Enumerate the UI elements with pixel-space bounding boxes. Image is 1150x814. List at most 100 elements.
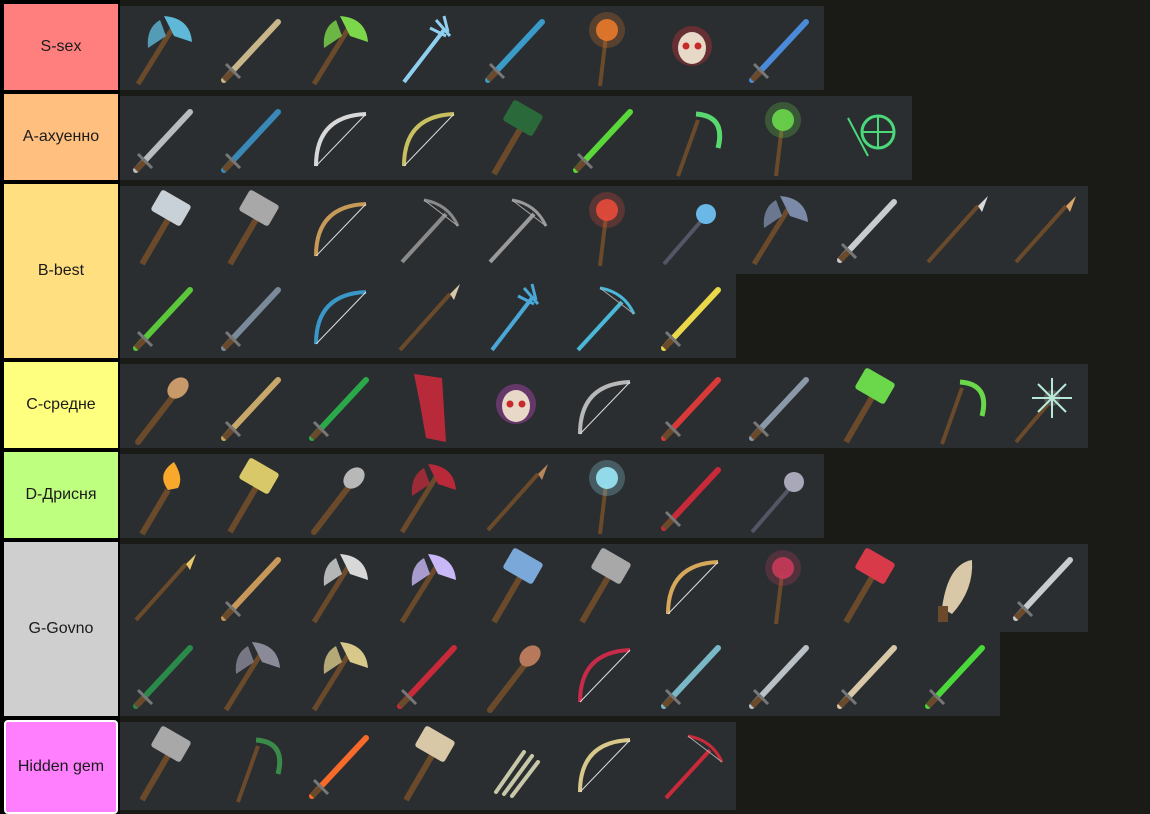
red-sword-icon[interactable] xyxy=(648,454,736,542)
ice-trident-icon[interactable] xyxy=(472,274,560,362)
double-axe-icon[interactable] xyxy=(120,6,208,94)
dark-sword-icon[interactable] xyxy=(736,364,824,452)
tier-items-d[interactable] xyxy=(120,448,1150,542)
fire-staff-icon[interactable] xyxy=(560,6,648,94)
ice-bow-icon[interactable] xyxy=(296,274,384,362)
spear-icon[interactable] xyxy=(384,274,472,362)
spiked-mace-icon[interactable] xyxy=(736,454,824,542)
halberd-icon[interactable] xyxy=(1000,186,1088,274)
crossbow-icon-graphic xyxy=(402,112,455,167)
pickaxe-icon[interactable] xyxy=(208,632,296,720)
blood-axe-icon[interactable] xyxy=(384,454,472,542)
stone-hammer-icon[interactable] xyxy=(120,722,208,810)
green-sword-icon[interactable] xyxy=(912,632,1000,720)
tier-items-s[interactable] xyxy=(120,0,1150,94)
stone-club-icon[interactable] xyxy=(296,454,384,542)
red-hammer-icon[interactable] xyxy=(824,544,912,632)
rake-icon[interactable] xyxy=(208,454,296,542)
double-axe-icon[interactable] xyxy=(296,6,384,94)
bow-icon-graphic xyxy=(314,202,367,257)
ice-sword-icon[interactable] xyxy=(736,6,824,94)
crossbow-icon[interactable] xyxy=(384,186,472,274)
tier-label-g[interactable]: G-Govno xyxy=(4,542,118,716)
trident-icon[interactable] xyxy=(384,6,472,94)
dagger-icon[interactable] xyxy=(208,364,296,452)
blade-sword-icon[interactable] xyxy=(472,6,560,94)
club-icon-graphic xyxy=(135,377,189,445)
spiked-mace-icon[interactable] xyxy=(648,186,736,274)
star-mace-icon[interactable] xyxy=(1000,364,1088,452)
vine-scythe-icon[interactable] xyxy=(912,364,1000,452)
bone-hammer-icon[interactable] xyxy=(384,722,472,810)
war-hammer-icon[interactable] xyxy=(120,186,208,274)
green-sword-icon[interactable] xyxy=(120,274,208,362)
bow-icon[interactable] xyxy=(560,364,648,452)
war-hammer-icon[interactable] xyxy=(472,544,560,632)
dark-scythe-icon[interactable] xyxy=(648,96,736,184)
green-hammer-icon[interactable] xyxy=(824,364,912,452)
green-blade-icon[interactable] xyxy=(296,364,384,452)
mace-icon[interactable] xyxy=(208,186,296,274)
axe-icon[interactable] xyxy=(296,632,384,720)
dark-sword-icon[interactable] xyxy=(208,274,296,362)
flame-sword-icon[interactable] xyxy=(296,722,384,810)
skull-staff-icon[interactable] xyxy=(648,6,736,94)
scythe-icon[interactable] xyxy=(120,544,208,632)
ice-crossbow-icon[interactable] xyxy=(560,274,648,362)
double-axe-icon[interactable] xyxy=(736,186,824,274)
tier-items-a[interactable] xyxy=(120,90,1150,184)
tier-items-b[interactable] xyxy=(120,180,1150,362)
skull-icon[interactable] xyxy=(472,364,560,452)
long-sword-icon[interactable] xyxy=(120,96,208,184)
crystal-axe-icon[interactable] xyxy=(384,544,472,632)
green-sword-icon[interactable] xyxy=(560,96,648,184)
tier-label-a[interactable]: A-ахуенно xyxy=(4,94,118,180)
torch-icon[interactable] xyxy=(120,454,208,542)
tier-label-d[interactable]: D-Дрисня xyxy=(4,452,118,538)
knife-icon[interactable] xyxy=(912,544,1000,632)
long-sword-icon[interactable] xyxy=(736,632,824,720)
tentacle-staff-icon[interactable] xyxy=(736,544,824,632)
short-sword-icon[interactable] xyxy=(1000,544,1088,632)
gold-sword-icon[interactable] xyxy=(824,632,912,720)
axe-icon[interactable] xyxy=(296,544,384,632)
wooden-spear-icon[interactable] xyxy=(472,454,560,542)
red-blade-icon[interactable] xyxy=(384,632,472,720)
golden-blade-icon[interactable] xyxy=(648,274,736,362)
red-crossbow-icon[interactable] xyxy=(648,722,736,810)
hammer-icon[interactable] xyxy=(472,96,560,184)
bow-icon[interactable] xyxy=(296,96,384,184)
bow-icon[interactable] xyxy=(296,186,384,274)
club-icon[interactable] xyxy=(472,632,560,720)
claw-icon[interactable] xyxy=(472,722,560,810)
red-sword-icon[interactable] xyxy=(648,364,736,452)
bow-icon-graphic xyxy=(314,112,367,167)
dagger-icon[interactable] xyxy=(208,544,296,632)
vine-staff-icon[interactable] xyxy=(736,96,824,184)
halberd-icon[interactable] xyxy=(912,186,1000,274)
crossbow-icon[interactable] xyxy=(384,96,472,184)
tier-items-g[interactable] xyxy=(120,538,1150,720)
ice-spear-icon[interactable] xyxy=(648,632,736,720)
tier-label-b[interactable]: B-best xyxy=(4,184,118,358)
tier-label-s[interactable]: S-sex xyxy=(4,4,118,90)
crossbow-icon[interactable] xyxy=(472,186,560,274)
long-sword-icon[interactable] xyxy=(208,6,296,94)
tier-label-h[interactable]: Hidden gem xyxy=(4,720,118,814)
blade-sword-icon[interactable] xyxy=(208,96,296,184)
tier-label-c[interactable]: C-средне xyxy=(4,362,118,448)
green-scimitar-icon[interactable] xyxy=(120,632,208,720)
sickle-icon[interactable] xyxy=(208,722,296,810)
bow-icon[interactable] xyxy=(648,544,736,632)
long-sword-icon[interactable] xyxy=(824,186,912,274)
tier-items-h[interactable] xyxy=(120,716,1150,814)
frost-staff-icon[interactable] xyxy=(560,454,648,542)
club-icon[interactable] xyxy=(120,364,208,452)
tier-items-c[interactable] xyxy=(120,358,1150,452)
nature-staff-icon[interactable] xyxy=(824,96,912,184)
bow-icon[interactable] xyxy=(560,722,648,810)
orb-staff-icon[interactable] xyxy=(560,186,648,274)
cloak-icon[interactable] xyxy=(384,364,472,452)
red-bow-icon[interactable] xyxy=(560,632,648,720)
sledgehammer-icon[interactable] xyxy=(560,544,648,632)
